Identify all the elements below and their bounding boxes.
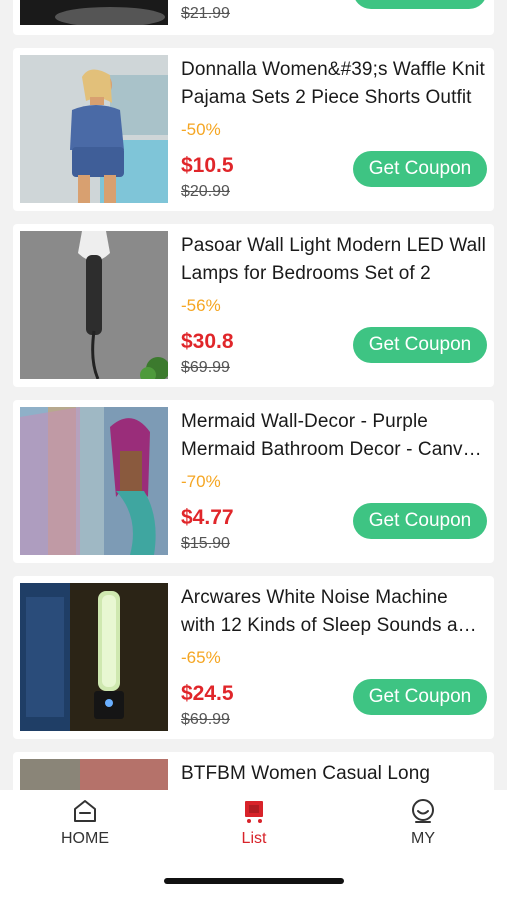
- tab-home-label: HOME: [61, 830, 109, 847]
- tab-list[interactable]: List: [194, 798, 314, 858]
- product-card[interactable]: BTFBM Women Casual Long: [13, 752, 494, 790]
- product-card[interactable]: Pasoar Wall Light Modern LED Wall Lamps …: [13, 224, 494, 387]
- product-title[interactable]: Arcwares White Noise Machine with 12 Kin…: [181, 584, 487, 640]
- sale-price: $4.77: [181, 506, 234, 529]
- product-card[interactable]: $21.99 Get Coupon: [13, 0, 494, 35]
- sale-price: $24.5: [181, 682, 234, 705]
- original-price: $15.90: [181, 535, 230, 552]
- product-image[interactable]: [20, 759, 168, 790]
- get-coupon-button[interactable]: Get Coupon: [353, 0, 487, 9]
- product-image[interactable]: [20, 55, 168, 203]
- tab-my[interactable]: MY: [363, 798, 483, 858]
- original-price: $20.99: [181, 183, 230, 200]
- tab-list-label: List: [241, 830, 267, 847]
- discount-badge: -50%: [181, 120, 221, 139]
- product-list[interactable]: $21.99 Get Coupon Donnalla Women&#39;s W…: [0, 0, 507, 790]
- sale-price: $30.8: [181, 330, 234, 353]
- discount-badge: -65%: [181, 648, 221, 667]
- get-coupon-button[interactable]: Get Coupon: [353, 151, 487, 187]
- tab-my-label: MY: [411, 830, 435, 847]
- tab-home[interactable]: HOME: [25, 798, 145, 858]
- discount-badge: -70%: [181, 472, 221, 491]
- original-price: $69.99: [181, 711, 230, 728]
- original-price: $21.99: [181, 5, 230, 22]
- product-image[interactable]: [20, 0, 168, 25]
- discount-badge: -56%: [181, 296, 221, 315]
- product-card[interactable]: Mermaid Wall-Decor - Purple Mermaid Bath…: [13, 400, 494, 563]
- cart-icon: [245, 801, 263, 823]
- smiley-icon: [412, 799, 434, 823]
- product-title[interactable]: BTFBM Women Casual Long: [181, 760, 487, 788]
- product-title[interactable]: Pasoar Wall Light Modern LED Wall Lamps …: [181, 232, 487, 288]
- home-indicator[interactable]: [164, 878, 344, 884]
- get-coupon-button[interactable]: Get Coupon: [353, 327, 487, 363]
- product-title[interactable]: Donnalla Women&#39;s Waffle Knit Pajama …: [181, 56, 487, 112]
- home-icon: [74, 800, 96, 822]
- product-title[interactable]: Mermaid Wall-Decor - Purple Mermaid Bath…: [181, 408, 487, 464]
- get-coupon-button[interactable]: Get Coupon: [353, 679, 487, 715]
- sale-price: $10.5: [181, 154, 234, 177]
- product-image[interactable]: [20, 231, 168, 379]
- product-image[interactable]: [20, 583, 168, 731]
- get-coupon-button[interactable]: Get Coupon: [353, 503, 487, 539]
- product-card[interactable]: Donnalla Women&#39;s Waffle Knit Pajama …: [13, 48, 494, 211]
- original-price: $69.99: [181, 359, 230, 376]
- product-card[interactable]: Arcwares White Noise Machine with 12 Kin…: [13, 576, 494, 739]
- product-image[interactable]: [20, 407, 168, 555]
